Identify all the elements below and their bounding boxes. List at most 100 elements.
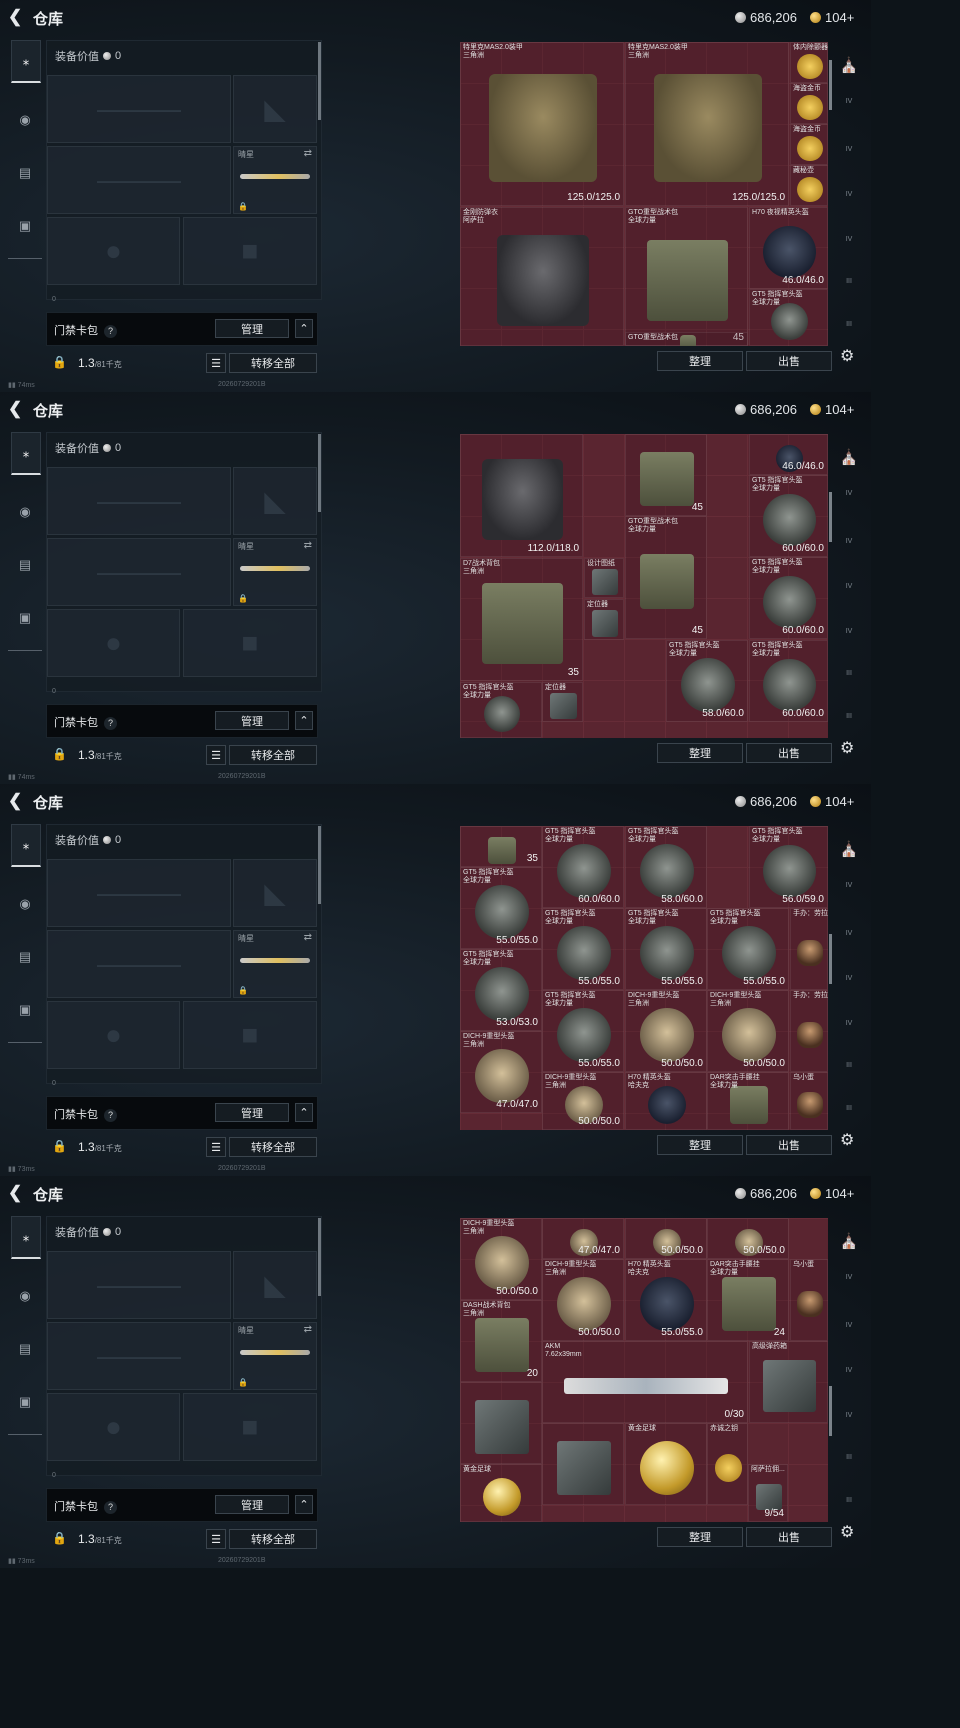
help-icon[interactable]: ? [104,1500,117,1514]
chevron-up-icon[interactable]: ⌃ [295,711,313,730]
manage-button[interactable]: 管理 [215,711,289,730]
tab-bags[interactable]: ▣ [11,598,39,638]
stash-item[interactable]: DASH战术背包 三角洲 20 [460,1300,542,1382]
stash-item[interactable]: 体内除颤器 [790,42,828,83]
sort-button[interactable]: 整理 [657,743,743,763]
swap-icon[interactable]: ⇄ [304,932,312,943]
pistol-slot[interactable]: ◣ [233,859,317,927]
sort-button[interactable]: 整理 [657,351,743,371]
stash-item[interactable]: GT5 指挥官头盔 全球力量 60.0/60.0 [749,557,828,639]
gear-icon[interactable]: ⚙ [840,1130,854,1150]
helmet-slot[interactable]: ● [47,609,180,677]
transfer-all-button[interactable]: 转移全部 [229,745,317,765]
secondary-weapon-slot[interactable]: ――― [47,538,231,606]
secondary-weapon-slot[interactable]: ――― [47,930,231,998]
sell-button[interactable]: 出售 [746,1135,832,1155]
sell-button[interactable]: 出售 [746,1527,832,1547]
swap-icon[interactable]: ⇄ [304,1324,312,1335]
stash-item[interactable]: 黄金足球 [625,1423,707,1505]
stash-item[interactable]: H70 夜视精英头盔 46.0/46.0 [749,207,828,289]
stash-item[interactable]: 设计图纸 [584,558,624,598]
armor-slot[interactable]: ■ [183,1001,317,1069]
armor-slot[interactable]: ■ [183,1393,317,1461]
stash-item[interactable]: GT5 指挥官头盔 全球力量 53.0/53.0 [460,949,542,1031]
stash-page-tab[interactable]: III [836,274,862,290]
stash-item[interactable]: 乌小蛋 [790,1259,828,1341]
armor-slot[interactable]: ■ [183,609,317,677]
stash-page-tab[interactable]: IV [836,1016,862,1032]
gold-currency[interactable]: 104+ [810,9,854,25]
stash-item[interactable]: GTO重型战术包 [625,332,748,346]
manage-button[interactable]: 管理 [215,319,289,338]
stash-page-tab[interactable]: IV [836,971,862,987]
stash-page-tab[interactable]: IV [836,1408,862,1424]
transfer-all-button[interactable]: 转移全部 [229,1137,317,1157]
stash-scrollbar[interactable] [829,934,832,984]
melee-slot[interactable]: 晴星 ⇄ 🔒 [233,930,317,998]
stash-page-tab[interactable]: III [836,1101,862,1117]
stash-item[interactable]: 海盗金币 [790,124,828,165]
stash-item[interactable]: 藏秘壶 [790,165,828,206]
equipment-scrollbar[interactable] [318,826,321,904]
secondary-weapon-slot[interactable]: ――― [47,146,231,214]
stash-item[interactable] [542,1423,624,1505]
tab-weapons[interactable]: ⁎ [11,824,41,867]
stash-page-tab[interactable]: IV [836,232,862,248]
melee-slot[interactable]: 晴星 ⇄ 🔒 [233,538,317,606]
stash-home-icon[interactable]: ⛪ [836,1230,862,1252]
stash-page-tab[interactable]: III [836,1058,862,1074]
stash-item[interactable]: 定位器 [584,599,624,640]
stash-item[interactable]: GT5 指挥官头盔 全球力量 55.0/55.0 [542,908,624,990]
stash-scrollbar[interactable] [829,1386,832,1436]
stash-item[interactable]: 45 [625,434,707,516]
pistol-slot[interactable]: ◣ [233,467,317,535]
stash-scrollbar[interactable] [829,492,832,542]
tab-armor[interactable]: ◉ [11,492,39,532]
stash-item[interactable]: GT5 指挥官头盔 全球力量 [749,289,828,346]
stash-page-tab[interactable]: IV [836,579,862,595]
stash-page-tab[interactable]: IV [836,624,862,640]
stash-item[interactable]: DICH-9重型头盔 三角洲 50.0/50.0 [707,990,789,1072]
armor-slot[interactable]: ■ [183,217,317,285]
stash-item[interactable]: GT5 指挥官头盔 全球力量 58.0/60.0 [625,826,707,908]
tab-items[interactable]: ▤ [11,153,39,193]
back-arrow-icon[interactable]: ❮ [8,8,26,26]
list-icon[interactable]: ☰ [206,1529,226,1549]
pistol-slot[interactable]: ◣ [233,1251,317,1319]
stash-page-tab[interactable]: IV [836,187,862,203]
helmet-slot[interactable]: ● [47,1001,180,1069]
stash-item[interactable]: DICH-9重型头盔 三角洲 47.0/47.0 [460,1031,542,1113]
tab-bags[interactable]: ▣ [11,1382,39,1422]
stash-item[interactable]: GT5 指挥官头盔 全球力量 60.0/60.0 [542,826,624,908]
help-icon[interactable]: ? [104,324,117,338]
primary-weapon-slot[interactable]: ――― [47,859,231,927]
stash-item[interactable]: 金刚防弹衣 阿萨拉 [460,207,624,346]
stash-item[interactable]: DICH-9重型头盔 三角洲 50.0/50.0 [460,1218,542,1300]
chevron-up-icon[interactable]: ⌃ [295,319,313,338]
gear-icon[interactable]: ⚙ [840,738,854,758]
tab-bags[interactable]: ▣ [11,990,39,1030]
swap-icon[interactable]: ⇄ [304,540,312,551]
sort-button[interactable]: 整理 [657,1135,743,1155]
stash-page-tab[interactable]: IV [836,878,862,894]
stash-page-tab[interactable]: IV [836,1318,862,1334]
stash-item[interactable]: GT5 指挥官头盔 全球力量 55.0/55.0 [542,990,624,1072]
stash-item[interactable]: 手办：劳拉 [790,908,828,990]
back-arrow-icon[interactable]: ❮ [8,400,26,418]
list-icon[interactable]: ☰ [206,745,226,765]
stash-item[interactable]: DAR突击手腰挂 全球力量 24 [707,1259,789,1341]
stash-page-tab[interactable]: III [836,666,862,682]
stash-item[interactable]: 高级弹药箱 [749,1341,828,1423]
stash-page-tab[interactable]: IV [836,1270,862,1286]
helmet-slot[interactable]: ● [47,217,180,285]
tab-weapons[interactable]: ⁎ [11,40,41,83]
pistol-slot[interactable]: ◣ [233,75,317,143]
stash-home-icon[interactable]: ⛪ [836,838,862,860]
gold-currency[interactable]: 104+ [810,401,854,417]
stash-item[interactable]: DICH-9重型头盔 三角洲 50.0/50.0 [625,990,707,1072]
stash-page-tab[interactable]: III [836,1493,862,1509]
equipment-scrollbar[interactable] [318,434,321,512]
stash-item[interactable]: GTO重型战术包 全球力量 45 [625,207,748,346]
transfer-all-button[interactable]: 转移全部 [229,353,317,373]
tab-armor[interactable]: ◉ [11,100,39,140]
